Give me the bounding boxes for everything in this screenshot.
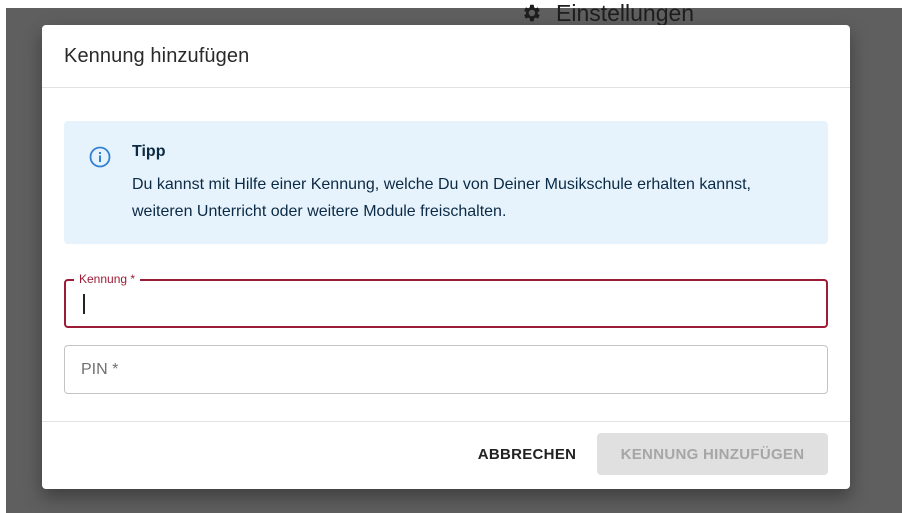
tip-alert: Tipp Du kannst mit Hilfe einer Kennung, … — [64, 121, 828, 244]
info-circle-icon — [88, 145, 112, 169]
cancel-button[interactable]: ABBRECHEN — [472, 433, 582, 475]
dialog-actions-divider — [42, 421, 850, 422]
pin-placeholder: PIN * — [81, 361, 119, 378]
kennung-label: Kennung * — [74, 272, 141, 286]
text-caret — [83, 294, 85, 314]
tip-text: Du kannst mit Hilfe einer Kennung, welch… — [132, 176, 751, 220]
kennung-input[interactable]: Kennung * — [64, 272, 828, 328]
background-settings-link: Einstellungen — [520, 0, 694, 26]
dialog-header-divider — [42, 87, 850, 88]
screen: „ Einstellungen Kennung hinzufügen Tipp … — [0, 0, 902, 513]
background-stray-mark: „ — [245, 0, 261, 8]
add-identifier-dialog: Kennung hinzufügen Tipp Du kannst mit Hi… — [42, 25, 850, 489]
tip-title: Tipp — [132, 143, 166, 160]
dialog-title: Kennung hinzufügen — [64, 45, 250, 67]
pin-input[interactable]: PIN * — [64, 345, 828, 394]
gear-icon — [520, 2, 542, 24]
add-identifier-button[interactable]: KENNUNG HINZUFÜGEN — [597, 433, 828, 475]
background-settings-label: Einstellungen — [556, 0, 695, 26]
